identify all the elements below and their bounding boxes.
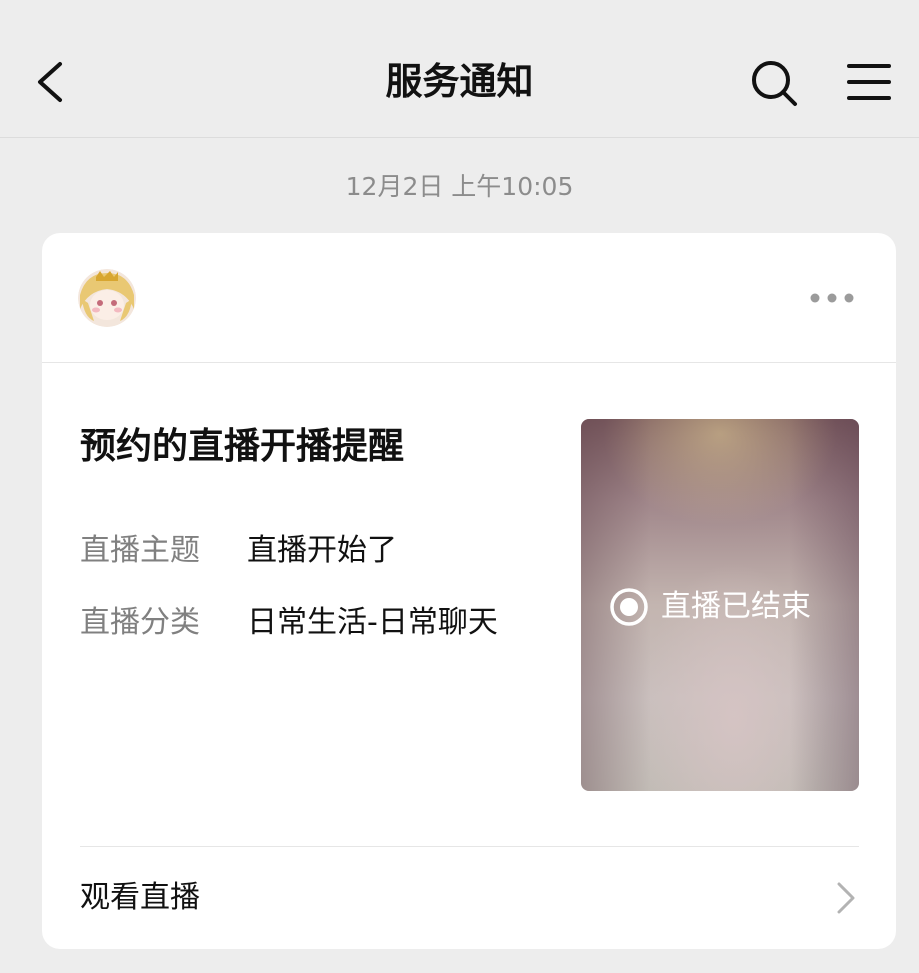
menu-icon[interactable] — [846, 60, 892, 104]
live-record-icon — [610, 588, 648, 626]
live-status: 直播已结束 — [609, 587, 811, 627]
notification-card: 预约的直播开播提醒 直播主题 直播开始了 直播分类 日常生活-日常聊天 直播已结… — [42, 233, 896, 949]
nav-bar: 服务通知 — [0, 0, 919, 138]
avatar[interactable] — [78, 269, 136, 327]
field-label-category: 直播分类 — [80, 605, 200, 640]
message-timestamp: 12月2日 上午10:05 — [345, 172, 574, 201]
field-value-category: 日常生活-日常聊天 — [247, 605, 498, 640]
notice-title: 预约的直播开播提醒 — [80, 426, 405, 467]
card-header — [42, 233, 896, 363]
chevron-right-icon — [837, 882, 855, 914]
more-dots-icon[interactable] — [807, 285, 857, 311]
field-label-topic: 直播主题 — [80, 533, 200, 568]
search-icon[interactable] — [748, 58, 800, 108]
watch-live-label: 观看直播 — [80, 880, 200, 915]
live-status-text: 直播已结束 — [661, 589, 811, 624]
field-value-topic: 直播开始了 — [247, 533, 397, 568]
watch-live-button[interactable]: 观看直播 — [42, 847, 896, 949]
live-thumbnail[interactable]: 直播已结束 — [581, 419, 859, 791]
